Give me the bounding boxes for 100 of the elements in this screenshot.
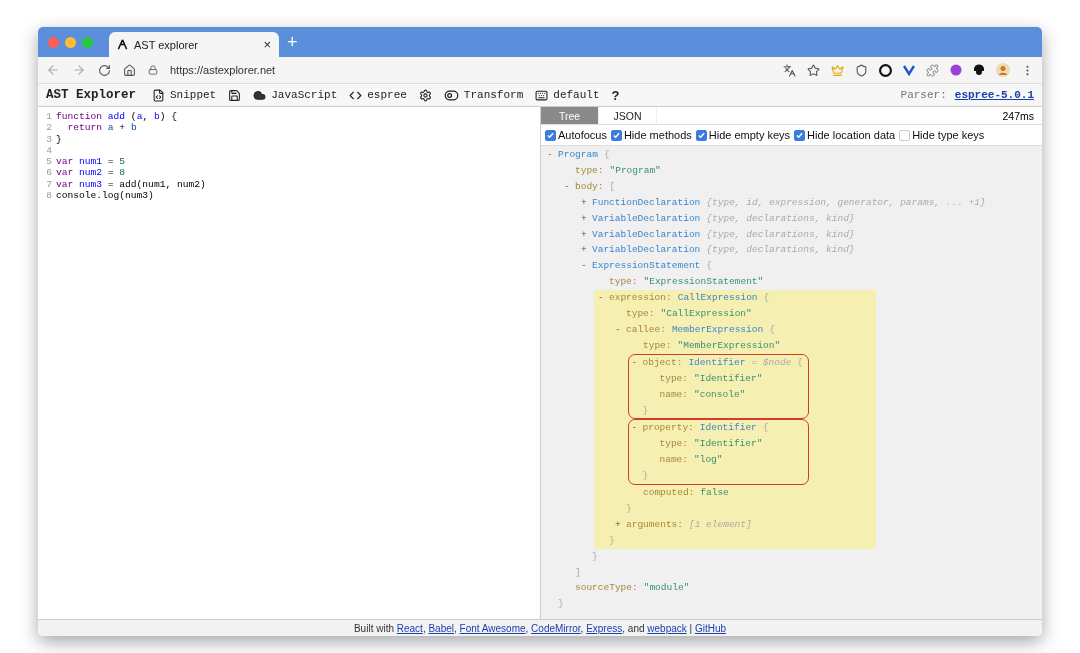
- forward-icon[interactable]: [72, 63, 86, 77]
- code-line: var num1 = 5: [56, 156, 126, 168]
- close-brace: }: [592, 550, 598, 562]
- property-key: type:: [643, 337, 672, 354]
- checkbox[interactable]: [899, 129, 911, 141]
- keymap-button[interactable]: default: [533, 88, 602, 102]
- parser-button[interactable]: espree: [347, 88, 409, 102]
- toggle-button[interactable]: -: [564, 178, 569, 195]
- checkbox[interactable]: [695, 129, 707, 141]
- parse-time: 247ms: [1002, 109, 1035, 122]
- toggle-button[interactable]: +: [581, 194, 586, 211]
- open-brace: [: [609, 179, 616, 194]
- translate-icon[interactable]: [783, 63, 796, 77]
- open-brace: {: [763, 291, 770, 306]
- node-key: expression:: [609, 290, 672, 307]
- snippet-button[interactable]: Snippet: [150, 88, 219, 102]
- chevron-icon[interactable]: [903, 64, 915, 76]
- toggle-button[interactable]: -: [547, 147, 552, 163]
- credit-link[interactable]: GitHub: [694, 622, 727, 634]
- toggle-button[interactable]: -: [581, 258, 586, 275]
- code-line: }: [56, 133, 62, 145]
- property-value: "ExpressionStatement": [643, 275, 764, 290]
- property-key: type:: [659, 370, 688, 387]
- language-button[interactable]: JavaScript: [251, 88, 340, 102]
- file-code-icon: [152, 88, 165, 102]
- node-annotation: = $node: [751, 355, 792, 370]
- property-key: sourceType:: [575, 580, 638, 597]
- parser-version-link[interactable]: espree-5.0.1: [954, 89, 1034, 101]
- property-value: "Identifier": [694, 437, 763, 452]
- toggle-icon: [443, 87, 459, 103]
- browser-tab[interactable]: AST explorer ×: [109, 32, 279, 57]
- profile-icon[interactable]: [996, 63, 1010, 77]
- toggle-button[interactable]: +: [581, 226, 586, 243]
- home-icon[interactable]: [123, 63, 136, 77]
- puzzle-icon[interactable]: [926, 63, 939, 77]
- circle-icon[interactable]: [950, 64, 962, 76]
- open-brace: {: [603, 148, 610, 162]
- line-number: 4: [45, 144, 53, 157]
- code-line: console.log(num3): [56, 190, 154, 202]
- checkbox-label: Hide empty keys: [708, 129, 791, 141]
- toggle-button[interactable]: -: [615, 321, 620, 338]
- tab-close-button[interactable]: ×: [263, 37, 271, 52]
- open-brace: {: [706, 259, 713, 274]
- lock-icon: [148, 65, 158, 75]
- toggle-button[interactable]: +: [581, 210, 586, 227]
- property-key: type:: [575, 162, 604, 179]
- node-type[interactable]: Program: [558, 147, 598, 163]
- shield-icon[interactable]: [855, 63, 868, 77]
- close-brace: }: [642, 470, 649, 482]
- node-key: callee:: [626, 321, 666, 338]
- checkbox[interactable]: [610, 129, 622, 141]
- credit-link[interactable]: CodeMirror: [531, 622, 581, 634]
- property-value: "module": [643, 581, 690, 596]
- toggle-button[interactable]: +: [581, 242, 586, 259]
- node-type[interactable]: ExpressionStatement: [592, 258, 701, 275]
- back-icon[interactable]: [46, 63, 60, 77]
- code-line: var num2 = 8: [56, 167, 126, 179]
- node-type[interactable]: VariableDeclaration: [592, 226, 701, 243]
- property-key: type:: [659, 436, 688, 453]
- checkbox[interactable]: [545, 129, 556, 141]
- node-summary: {type, id, expression, generator, params, ... +1}: [706, 195, 986, 210]
- reload-icon[interactable]: [98, 63, 111, 77]
- credit-link[interactable]: Font Awesome: [459, 622, 526, 634]
- code-line: var num3 = add(num1, num2): [56, 178, 206, 191]
- toggle-button[interactable]: -: [631, 354, 637, 371]
- checkbox-label: Hide type keys: [912, 129, 985, 141]
- close-brace: ]: [575, 566, 581, 578]
- credit-link[interactable]: webpack: [647, 622, 687, 634]
- toggle-button[interactable]: -: [598, 290, 603, 307]
- close-brace: }: [626, 502, 632, 514]
- close-brace: }: [642, 404, 649, 416]
- property-key: type:: [609, 274, 638, 291]
- node-key: object:: [642, 354, 683, 371]
- app-title: AST Explorer: [46, 88, 136, 102]
- star-icon[interactable]: [807, 63, 820, 77]
- node-type[interactable]: FunctionDeclaration: [592, 194, 701, 211]
- ring-icon[interactable]: [879, 63, 892, 77]
- checkbox[interactable]: [794, 129, 806, 141]
- help-button[interactable]: ?: [609, 87, 622, 103]
- node-type[interactable]: VariableDeclaration: [592, 210, 701, 227]
- credit-link[interactable]: Babel: [428, 622, 454, 634]
- tab-title: AST explorer: [134, 38, 199, 51]
- parser-label: Parser:: [900, 89, 947, 101]
- property-value: "console": [694, 387, 746, 402]
- credit-link[interactable]: React: [396, 622, 423, 634]
- node-key: arguments:: [626, 516, 683, 533]
- transform-button[interactable]: Transform: [441, 87, 526, 103]
- node-type[interactable]: VariableDeclaration: [592, 242, 701, 259]
- cloud-icon: [253, 88, 267, 102]
- property-value: false: [700, 486, 729, 501]
- toggle-button[interactable]: -: [631, 420, 637, 437]
- open-brace: {: [797, 355, 804, 370]
- keyboard-icon: [535, 88, 549, 102]
- line-number: 7: [45, 178, 53, 191]
- toggle-button[interactable]: +: [615, 516, 620, 533]
- node-summary: {type, declarations, kind}: [706, 211, 855, 226]
- property-value: "Program": [609, 163, 661, 178]
- checkbox-label: Autofocus: [558, 129, 607, 141]
- open-brace: {: [762, 421, 769, 436]
- line-number: 6: [45, 167, 53, 179]
